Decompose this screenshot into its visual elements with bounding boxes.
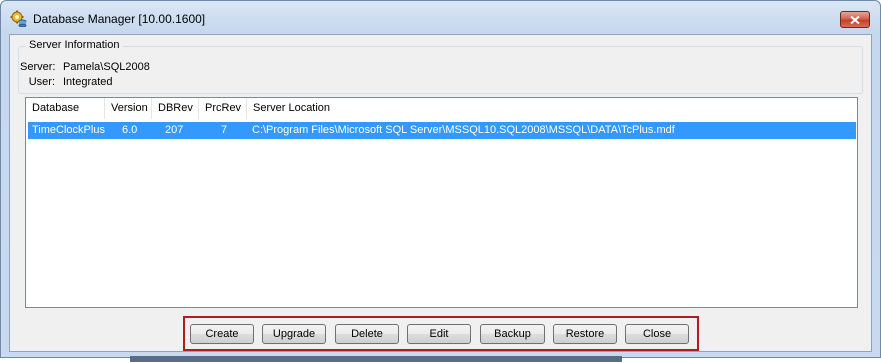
create-button[interactable]: Create (190, 324, 254, 344)
action-buttons-highlight: Create Upgrade Delete Edit Backup Restor… (183, 316, 699, 351)
dialog-client-area: Server Information Server: Pamela\SQL2008… (9, 34, 872, 352)
user-label: User: (28, 76, 55, 88)
server-value: Pamela\SQL2008 (63, 61, 150, 73)
window-title: Database Manager [10.00.1600] (33, 12, 206, 26)
gear-database-icon (10, 10, 27, 28)
list-header: Database Version DBRev PrcRev Server Loc… (26, 98, 857, 119)
column-header-server-location[interactable]: Server Location (247, 98, 857, 119)
upgrade-button[interactable]: Upgrade (262, 324, 326, 344)
cell-prcrev: 7 (221, 124, 228, 136)
window-close-button[interactable] (840, 11, 870, 28)
column-header-database[interactable]: Database (26, 98, 105, 119)
column-header-prcrev[interactable]: PrcRev (199, 98, 247, 119)
title-bar[interactable]: Database Manager [10.00.1600] (1, 1, 880, 33)
cell-version: 6.0 (122, 124, 138, 136)
cell-server-location: C:\Program Files\Microsoft SQL Server\MS… (252, 124, 675, 136)
server-information-group: Server Information Server: Pamela\SQL2008… (18, 39, 863, 94)
server-label: Server: (20, 61, 56, 73)
database-manager-window: Database Manager [10.00.1600] Server Inf… (0, 0, 881, 358)
database-list[interactable]: Database Version DBRev PrcRev Server Loc… (25, 97, 858, 308)
column-header-dbrev[interactable]: DBRev (152, 98, 199, 119)
delete-button[interactable]: Delete (335, 324, 399, 344)
cell-dbrev: 207 (165, 124, 184, 136)
backup-button[interactable]: Backup (480, 324, 545, 344)
user-row: User: Integrated (20, 76, 113, 88)
column-header-version[interactable]: Version (105, 98, 152, 119)
restore-button[interactable]: Restore (553, 324, 617, 344)
close-button[interactable]: Close (625, 324, 689, 344)
edit-button[interactable]: Edit (407, 324, 471, 344)
user-value: Integrated (63, 76, 113, 88)
background-window-edge (130, 356, 622, 362)
group-title: Server Information (26, 39, 123, 51)
server-row: Server: Pamela\SQL2008 (20, 61, 150, 73)
table-row[interactable]: TimeClockPlus 6.0 207 7 C:\Program Files… (28, 122, 856, 139)
close-icon (849, 15, 861, 25)
cell-database: TimeClockPlus (32, 124, 105, 136)
